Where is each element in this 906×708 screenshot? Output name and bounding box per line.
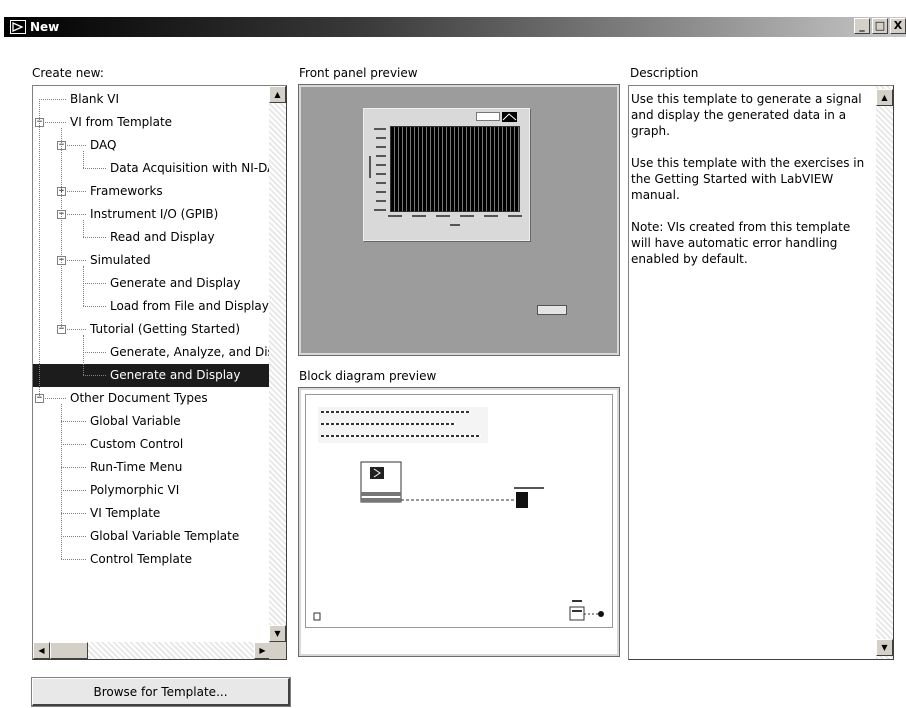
scroll-up-arrow-icon[interactable]: ▲ [876, 89, 893, 106]
front-panel-preview-label: Front panel preview [299, 66, 418, 80]
tree-connector [61, 444, 86, 445]
tree-item-label: Generate and Display [110, 276, 241, 290]
description-scrollbar[interactable]: ▲ ▼ [876, 86, 893, 659]
tree-item-label: Simulated [90, 253, 151, 267]
scroll-left-arrow-icon[interactable]: ◀ [33, 642, 50, 659]
minimize-button[interactable]: _ [854, 18, 870, 34]
window-controls: _ □ X [854, 18, 906, 34]
stop-button-thumbnail [537, 305, 567, 315]
tree-vertical-scrollbar[interactable]: ▲ ▼ [269, 86, 286, 642]
tree-item-vi-from-template[interactable]: VI from Template [33, 111, 269, 134]
tree-connector [83, 151, 84, 168]
block-diagram-preview-label: Block diagram preview [299, 369, 437, 383]
scroll-down-arrow-icon[interactable]: ▼ [876, 639, 893, 656]
tree-connector [61, 128, 62, 329]
tree-item-label: DAQ [90, 138, 117, 152]
tree-item-blank-vi[interactable]: Blank VI [33, 88, 269, 111]
tree-connector [61, 467, 86, 468]
tree-item-generate-and-display[interactable]: Generate and Display [33, 364, 271, 387]
tree-item-label: Blank VI [70, 92, 120, 106]
tree-item-label: Custom Control [90, 437, 184, 451]
tree-connector [83, 335, 84, 375]
tree-connector [83, 352, 106, 353]
scroll-down-arrow-icon[interactable]: ▼ [269, 625, 286, 642]
tree-connector [39, 99, 40, 398]
block-diagram-canvas [305, 394, 613, 628]
title-bar: New _ □ X [4, 17, 906, 37]
tree-item-generate-analyze-and-disp[interactable]: Generate, Analyze, and Disp [33, 341, 281, 364]
close-button[interactable]: X [890, 18, 906, 34]
tree-connector [61, 559, 86, 560]
tree-item-label: Run-Time Menu [90, 460, 183, 474]
tree-connector [61, 421, 86, 422]
graph-plot-area [390, 126, 520, 212]
window-title: New [30, 20, 60, 34]
front-panel-preview [298, 84, 620, 356]
tree-item-data-acquisition-with-ni-daq[interactable]: Data Acquisition with NI-DAQ [33, 157, 285, 180]
tree-connector [83, 237, 106, 238]
tree-item-label: Global Variable [90, 414, 181, 428]
tree-item-label: Other Document Types [70, 391, 208, 405]
tree-connector [61, 513, 86, 514]
template-tree[interactable]: Blank VI VI from Template − DAQ − Data Acquis… [32, 85, 287, 660]
tree-connector [83, 306, 106, 307]
block-diagram-preview [298, 387, 620, 657]
plot-legend [476, 112, 500, 121]
tree-item-label: Polymorphic VI [90, 483, 180, 497]
description-panel: Use this template to generate a signal a… [628, 85, 894, 660]
plot-legend-icon [502, 112, 517, 122]
browse-for-template-button[interactable]: Browse for Template... [31, 677, 291, 707]
description-text: Use this template to generate a signal a… [631, 92, 865, 266]
tree-item-label: Generate, Analyze, and Disp [110, 345, 282, 359]
scrollbar-corner [269, 642, 286, 659]
tree-item-label: Data Acquisition with NI-DAQ [110, 161, 285, 175]
graph-y-axis [369, 128, 386, 211]
labview-app-icon [10, 20, 26, 34]
tree-item-label: Frameworks [90, 184, 163, 198]
tree-item-label: VI from Template [70, 115, 173, 129]
tree-item-label: VI Template [90, 506, 161, 520]
maximize-button[interactable]: □ [872, 18, 888, 34]
tree-item-other-document-types[interactable]: Other Document Types [33, 387, 269, 410]
diagram-nodes [313, 461, 604, 621]
tree-connector [61, 404, 62, 559]
tree-connector [83, 168, 106, 169]
tree-connector [83, 266, 84, 306]
horizontal-scroll-thumb[interactable] [50, 642, 88, 659]
tree-item-label: Global Variable Template [90, 529, 240, 543]
tree-connector [83, 283, 106, 284]
tree-item-label: Generate and Display [110, 368, 241, 382]
graph-x-axis [388, 215, 522, 226]
tree-item-load-from-file-and-display[interactable]: Load from File and Display [33, 295, 269, 318]
scroll-up-arrow-icon[interactable]: ▲ [269, 86, 286, 103]
tree-item-label: Read and Display [110, 230, 215, 244]
tree-item-label: Load from File and Display [110, 299, 269, 313]
tree-item-label: Control Template [90, 552, 192, 566]
tree-horizontal-scrollbar[interactable]: ◀ ▶ [33, 642, 271, 659]
tree-connector [83, 220, 84, 237]
description-label: Description [630, 66, 699, 80]
tree-connector [61, 536, 86, 537]
tree-item-label: Tutorial (Getting Started) [90, 322, 241, 336]
tree-connector [39, 99, 66, 100]
tree-connector [83, 375, 106, 376]
tree-item-generate-and-display[interactable]: Generate and Display [33, 272, 269, 295]
tree-item-label: Instrument I/O (GPIB) [90, 207, 219, 221]
tree-connector [61, 490, 86, 491]
waveform-graph-thumbnail [363, 108, 530, 241]
tree-item-read-and-display[interactable]: Read and Display [33, 226, 269, 249]
create-new-label: Create new: [32, 66, 104, 80]
